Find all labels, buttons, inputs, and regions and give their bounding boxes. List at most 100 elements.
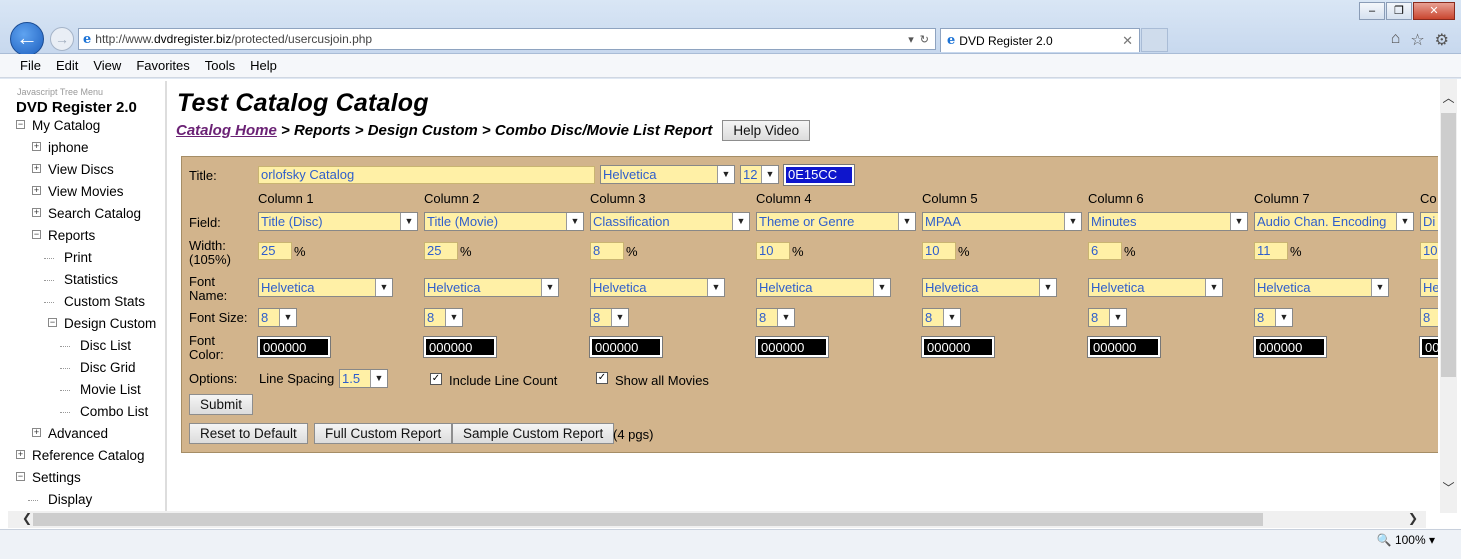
font-name-select[interactable]: Helvetica ▼ [922, 278, 1057, 297]
menu-help[interactable]: Help [250, 58, 277, 73]
refresh-icon[interactable]: ↻ [920, 33, 929, 46]
font-name-select[interactable]: Helvetica ▼ [1254, 278, 1389, 297]
field-select[interactable]: Audio Chan. Encoding ▼ [1254, 212, 1414, 231]
breadcrumb-catalog-home-link[interactable]: Catalog Home [176, 122, 277, 139]
line-spacing-select[interactable]: 1.5 ▼ [339, 369, 388, 388]
sidebar-item-disc-list[interactable]: Disc List [8, 336, 165, 358]
menu-edit[interactable]: Edit [56, 58, 78, 73]
scroll-up-icon[interactable]: ︿ [1440, 89, 1457, 106]
font-size-select[interactable]: 8▼ [922, 308, 961, 327]
reset-to-default-button[interactable]: Reset to Default [189, 423, 308, 444]
sidebar-item-my-catalog[interactable]: − My Catalog [8, 116, 165, 138]
font-size-select[interactable]: 8▼ [258, 308, 297, 327]
sidebar-item-custom-stats[interactable]: Custom Stats [8, 292, 165, 314]
sidebar-item-reference-catalog[interactable]: + Reference Catalog [8, 446, 165, 468]
width-input[interactable]: 11 [1254, 242, 1288, 260]
maximize-button[interactable]: ❐ [1386, 2, 1412, 20]
show-all-movies-checkbox[interactable]: ✓ [596, 372, 608, 384]
horizontal-scroll-thumb[interactable] [33, 513, 1263, 526]
sidebar-item-view-movies[interactable]: + View Movies [8, 182, 165, 204]
favorites-star-icon[interactable]: ☆ [1410, 30, 1424, 50]
address-bar[interactable]: e http://www.dvdregister.biz/protected/u… [78, 28, 936, 50]
title-font-select[interactable]: Helvetica ▼ [600, 165, 735, 184]
width-input[interactable]: 10 [756, 242, 790, 260]
scroll-left-icon[interactable]: ❮ [22, 511, 32, 525]
width-input[interactable]: 25 [424, 242, 458, 260]
font-size-select[interactable]: 8▼ [756, 308, 795, 327]
width-input[interactable]: 8 [590, 242, 624, 260]
url-text[interactable]: http://www.dvdregister.biz/protected/use… [95, 32, 908, 46]
forward-button[interactable]: → [50, 27, 74, 51]
zoom-level[interactable]: 🔍 100% ▾ [1377, 533, 1435, 547]
sidebar-item-search-catalog[interactable]: + Search Catalog [8, 204, 165, 226]
font-size-select[interactable]: 8▼ [1420, 308, 1438, 327]
expand-icon[interactable]: + [32, 428, 41, 437]
menu-favorites[interactable]: Favorites [136, 58, 189, 73]
collapse-icon[interactable]: − [48, 318, 57, 327]
sidebar-item-movie-list[interactable]: Movie List [8, 380, 165, 402]
collapse-icon[interactable]: − [16, 472, 25, 481]
menu-file[interactable]: File [20, 58, 41, 73]
font-name-select[interactable]: Helvetica ▼ [258, 278, 393, 297]
include-line-count-checkbox[interactable]: ✓ [430, 373, 442, 385]
font-color-input[interactable]: 000000 [755, 336, 829, 358]
expand-icon[interactable]: + [32, 208, 41, 217]
expand-icon[interactable]: + [32, 142, 41, 151]
field-select[interactable]: Di▼ [1420, 212, 1438, 231]
menu-tools[interactable]: Tools [205, 58, 235, 73]
sidebar-item-settings[interactable]: − Settings [8, 468, 165, 490]
field-select[interactable]: Title (Disc) ▼ [258, 212, 418, 231]
vertical-scroll-thumb[interactable] [1441, 113, 1456, 377]
font-color-input[interactable]: 000000 [589, 336, 663, 358]
sidebar-item-display[interactable]: Display [8, 490, 165, 512]
settings-gear-icon[interactable]: ⚙ [1435, 30, 1449, 50]
new-tab-button[interactable] [1141, 28, 1168, 52]
sidebar-item-design-custom[interactable]: − Design Custom [8, 314, 165, 336]
home-icon[interactable]: ⌂ [1391, 30, 1401, 50]
font-color-input[interactable]: 00 [1419, 336, 1438, 358]
scroll-right-icon[interactable]: ❯ [1408, 511, 1418, 525]
back-button[interactable]: ← [10, 22, 44, 56]
title-color-input[interactable]: 0E15CC [783, 164, 855, 186]
collapse-icon[interactable]: − [16, 120, 25, 129]
width-input[interactable]: 6 [1088, 242, 1122, 260]
font-color-input[interactable]: 000000 [423, 336, 497, 358]
width-input[interactable]: 25 [258, 242, 292, 260]
horizontal-scrollbar[interactable]: ❮ ❯ [8, 511, 1426, 528]
sidebar-item-disc-grid[interactable]: Disc Grid [8, 358, 165, 380]
font-size-select[interactable]: 8▼ [1254, 308, 1293, 327]
font-size-select[interactable]: 8▼ [424, 308, 463, 327]
expand-icon[interactable]: + [16, 450, 25, 459]
help-video-button[interactable]: Help Video [722, 120, 811, 141]
field-select[interactable]: Classification ▼ [590, 212, 750, 231]
font-size-select[interactable]: 8▼ [590, 308, 629, 327]
field-select[interactable]: MPAA ▼ [922, 212, 1082, 231]
menu-view[interactable]: View [93, 58, 121, 73]
field-select[interactable]: Title (Movie) ▼ [424, 212, 584, 231]
expand-icon[interactable]: + [32, 164, 41, 173]
sidebar-item-reports[interactable]: − Reports [8, 226, 165, 248]
sidebar-item-iphone[interactable]: + iphone [8, 138, 165, 160]
font-color-input[interactable]: 000000 [257, 336, 331, 358]
font-color-input[interactable]: 000000 [1253, 336, 1327, 358]
expand-icon[interactable]: + [32, 186, 41, 195]
font-name-select[interactable]: Helvetica ▼ [756, 278, 891, 297]
close-window-button[interactable]: ✕ [1413, 2, 1455, 20]
submit-button[interactable]: Submit [189, 394, 254, 415]
field-select[interactable]: Minutes ▼ [1088, 212, 1248, 231]
sidebar-item-combo-list[interactable]: Combo List [8, 402, 165, 424]
sample-custom-report-button[interactable]: Sample Custom Report [452, 423, 615, 444]
vertical-scrollbar[interactable]: ︿ ﹀ [1440, 79, 1457, 513]
font-name-select[interactable]: Helvetica ▼ [424, 278, 559, 297]
font-name-select[interactable]: Helvetica ▼ [590, 278, 725, 297]
sidebar-item-print[interactable]: Print [8, 248, 165, 270]
sidebar-item-view-discs[interactable]: + View Discs [8, 160, 165, 182]
report-title-input[interactable]: orlofsky Catalog [258, 166, 595, 184]
field-select[interactable]: Theme or Genre ▼ [756, 212, 916, 231]
tab-close-icon[interactable]: ✕ [1122, 33, 1133, 49]
address-dropdown-icon[interactable]: ▾ [908, 33, 914, 46]
font-name-select[interactable]: He▼ [1420, 278, 1438, 297]
full-custom-report-button[interactable]: Full Custom Report [314, 423, 453, 444]
collapse-icon[interactable]: − [32, 230, 41, 239]
title-size-select[interactable]: 12 ▼ [740, 165, 779, 184]
